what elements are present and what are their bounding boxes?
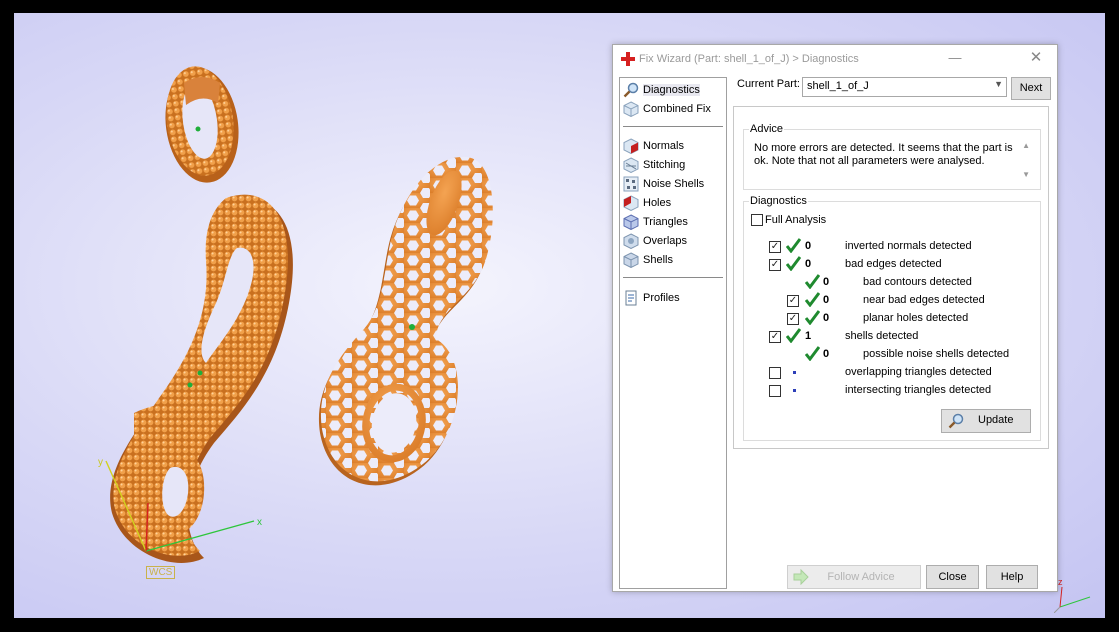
corner-axis-label: z xyxy=(1058,577,1063,587)
row-count: 0 xyxy=(805,258,812,270)
holes-icon xyxy=(623,195,639,211)
update-button[interactable]: Update xyxy=(941,409,1031,433)
row-count: 1 xyxy=(805,330,812,342)
nav-separator xyxy=(623,126,723,127)
profiles-icon xyxy=(625,290,637,306)
nav-item-profiles[interactable]: Profiles xyxy=(623,289,680,307)
green-check-icon xyxy=(786,328,801,343)
row-label: overlapping triangles detected xyxy=(845,366,992,378)
nav-label: Stitching xyxy=(643,159,686,171)
scroll-down-icon[interactable]: ▼ xyxy=(1022,170,1030,179)
help-button[interactable]: Help xyxy=(986,565,1038,589)
advice-title: Advice xyxy=(749,123,785,135)
full-analysis-label: Full Analysis xyxy=(765,214,827,226)
nav-item-overlaps[interactable]: Overlaps xyxy=(623,232,687,250)
dialog-title: Fix Wizard (Part: shell_1_of_J) > Diagno… xyxy=(639,53,859,65)
nav-item-stitching[interactable]: Stitching xyxy=(623,156,685,174)
row-checkbox[interactable]: ✓ xyxy=(769,331,781,343)
nav-item-holes[interactable]: Holes xyxy=(623,194,671,212)
row-label: bad edges detected xyxy=(845,258,942,270)
corner-axis-indicator: z xyxy=(1054,577,1091,613)
close-button[interactable]: Close xyxy=(926,565,979,589)
diagnostics-title: Diagnostics xyxy=(749,195,808,207)
chevron-down-icon: ▼ xyxy=(994,79,1003,89)
row-checkbox[interactable]: ✓ xyxy=(787,313,799,325)
row-count: 0 xyxy=(823,276,830,288)
current-part-select[interactable]: shell_1_of_J ▼ xyxy=(802,77,1007,97)
pending-dot-icon xyxy=(793,371,796,374)
row-count: 0 xyxy=(823,312,830,324)
nav-label: Holes xyxy=(643,197,672,209)
row-count: 0 xyxy=(823,348,830,360)
red-cross-icon xyxy=(621,52,635,66)
nav-item-normals[interactable]: Normals xyxy=(623,137,684,155)
row-label: inverted normals detected xyxy=(845,240,972,252)
nav-label: Profiles xyxy=(643,292,680,304)
magnifier-icon xyxy=(948,413,964,429)
nav-label: Triangles xyxy=(643,216,688,228)
beaded-letter-j-model[interactable] xyxy=(110,126,293,563)
fix-wizard-dialog: Fix Wizard (Part: shell_1_of_J) > Diagno… xyxy=(612,44,1058,592)
green-check-icon xyxy=(805,274,820,289)
wizard-nav-panel: Diagnostics Combined Fix Normals Stitchi… xyxy=(619,77,727,589)
follow-advice-button[interactable]: Follow Advice xyxy=(787,565,921,589)
row-label: possible noise shells detected xyxy=(863,348,1010,360)
nav-separator xyxy=(623,277,723,278)
scroll-up-icon[interactable]: ▲ xyxy=(1022,141,1030,150)
nav-label: Overlaps xyxy=(643,235,688,247)
cube-icon xyxy=(623,101,639,117)
row-label: planar holes detected xyxy=(863,312,969,324)
advice-box: No more errors are detected. It seems th… xyxy=(743,129,1041,190)
row-checkbox[interactable] xyxy=(769,385,781,397)
nav-label: Normals xyxy=(643,140,684,152)
stitching-icon xyxy=(623,157,639,173)
current-part-value: shell_1_of_J xyxy=(807,80,869,92)
minimize-button[interactable]: — xyxy=(945,49,965,69)
close-window-button[interactable]: ✕ xyxy=(1026,48,1046,68)
nav-label: Diagnostics xyxy=(643,84,700,96)
row-label: shells detected xyxy=(845,330,919,342)
row-label: near bad edges detected xyxy=(863,294,985,306)
nav-item-combined-fix[interactable]: Combined Fix xyxy=(623,100,711,118)
nav-item-triangles[interactable]: Triangles xyxy=(623,213,688,231)
advice-text: No more errors are detected. It seems th… xyxy=(754,142,1013,167)
green-check-icon xyxy=(786,256,801,271)
green-check-icon xyxy=(805,292,820,307)
nav-label: Noise Shells xyxy=(643,178,705,190)
next-button[interactable]: Next xyxy=(1011,77,1051,100)
honeycomb-shell-model[interactable] xyxy=(318,156,493,486)
axis-y-label: y xyxy=(98,457,103,468)
update-label: Update xyxy=(978,414,1014,426)
row-label: intersecting triangles detected xyxy=(845,384,992,396)
nav-item-shells[interactable]: Shells xyxy=(623,251,673,269)
nav-label: Shells xyxy=(643,254,673,266)
bail-ring-model[interactable] xyxy=(158,62,245,188)
current-part-label: Current Part: xyxy=(737,78,800,90)
green-check-icon xyxy=(805,310,820,325)
dialog-titlebar[interactable]: Fix Wizard (Part: shell_1_of_J) > Diagno… xyxy=(613,45,1057,73)
magnifier-icon xyxy=(623,82,639,98)
row-checkbox[interactable] xyxy=(769,367,781,379)
row-count: 0 xyxy=(823,294,830,306)
wcs-label: WCS xyxy=(146,566,176,579)
shells-icon xyxy=(623,252,639,268)
row-checkbox[interactable]: ✓ xyxy=(787,295,799,307)
normals-icon xyxy=(623,138,639,154)
pending-dot-icon xyxy=(793,389,796,392)
noise-shells-icon xyxy=(623,176,639,192)
nav-item-noise-shells[interactable]: Noise Shells xyxy=(623,175,704,193)
green-check-icon xyxy=(786,238,801,253)
axis-x-label: x xyxy=(257,517,262,528)
row-checkbox[interactable]: ✓ xyxy=(769,241,781,253)
nav-label: Combined Fix xyxy=(643,103,711,115)
overlaps-icon xyxy=(623,233,639,249)
triangles-icon xyxy=(623,214,639,230)
nav-item-diagnostics[interactable]: Diagnostics xyxy=(623,81,700,99)
follow-advice-label: Follow Advice xyxy=(827,571,895,583)
green-check-icon xyxy=(805,346,820,361)
row-checkbox[interactable]: ✓ xyxy=(769,259,781,271)
full-analysis-checkbox[interactable] xyxy=(751,214,763,226)
row-label: bad contours detected xyxy=(863,276,972,288)
row-count: 0 xyxy=(805,240,812,252)
